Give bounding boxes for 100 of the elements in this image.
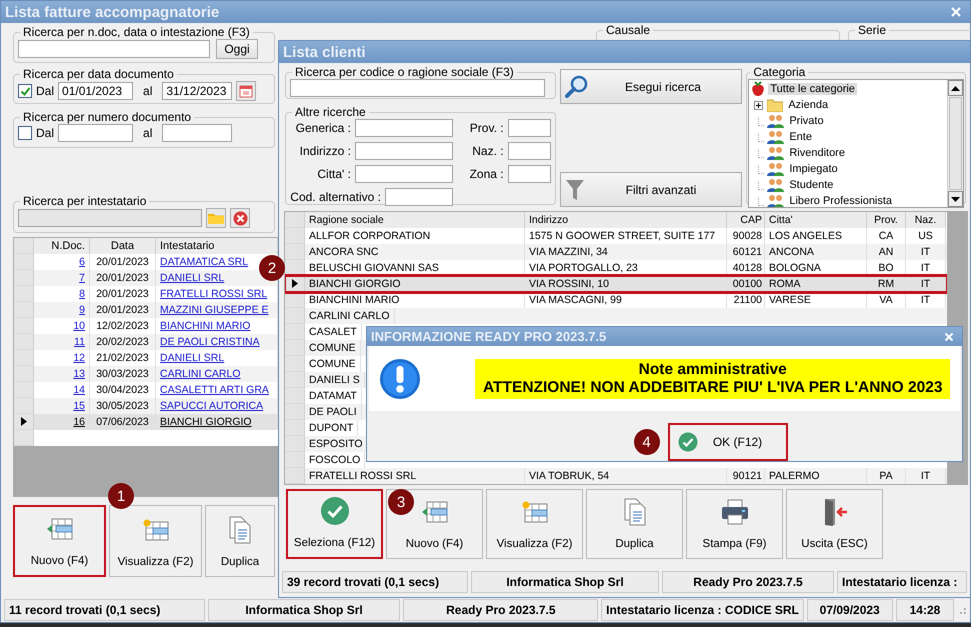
status-bar-cell: 07/09/2023 — [806, 599, 893, 621]
column-header[interactable]: Ragione sociale — [305, 212, 525, 228]
group-label: Serie — [857, 23, 888, 37]
customer-link[interactable]: SAPUCCI AUTORICA — [160, 400, 264, 412]
document-link[interactable]: 10 — [73, 320, 85, 332]
group-label: Ricerca per numero documento — [22, 110, 192, 124]
table-arrow-icon — [46, 517, 74, 541]
document-link[interactable]: 14 — [73, 384, 85, 396]
tree-item[interactable]: Studente — [787, 179, 836, 191]
input-field[interactable] — [508, 165, 551, 183]
tree-item[interactable]: Rivenditore — [787, 147, 847, 159]
document-link[interactable]: 13 — [73, 368, 85, 380]
search-field[interactable] — [290, 79, 545, 97]
input-field[interactable] — [508, 142, 551, 160]
people-icon — [767, 146, 784, 160]
input-field[interactable] — [355, 142, 453, 160]
resize-grip-icon[interactable] — [957, 605, 967, 615]
search-icon — [564, 74, 589, 98]
input-field[interactable] — [385, 188, 453, 206]
customer-link[interactable]: FRATELLI ROSSI SRL — [160, 288, 268, 300]
search-button[interactable]: Esegui ricerca — [560, 69, 742, 104]
tree-item[interactable]: Ente — [787, 131, 814, 143]
column-header[interactable]: Citta' — [765, 212, 867, 228]
expand-icon[interactable] — [754, 100, 764, 110]
row-header — [14, 430, 34, 446]
printer-icon — [720, 498, 750, 526]
input-field[interactable] — [355, 165, 453, 183]
folder-button[interactable] — [206, 208, 226, 228]
checkbox[interactable] — [18, 126, 32, 140]
clear-button[interactable] — [230, 208, 250, 228]
column-header[interactable]: Indirizzo — [525, 212, 727, 228]
customer-link[interactable]: DANIELI SRL — [160, 352, 224, 364]
table-cell: 00100 — [727, 276, 765, 292]
row-header[interactable] — [14, 414, 34, 430]
field-label: Generica : — [296, 121, 351, 135]
tree-item[interactable]: Tutte le categorie — [768, 83, 857, 95]
toolbar-button[interactable]: Duplica — [205, 505, 275, 577]
document-link[interactable]: 11 — [74, 336, 85, 348]
tree-item[interactable]: Impiegato — [787, 163, 840, 175]
date-field[interactable]: 31/12/2023 — [162, 82, 232, 100]
customer-link[interactable]: DANIELI SRL — [160, 272, 224, 284]
column-header[interactable]: Naz. — [906, 212, 946, 228]
status-bar-cell: Informatica Shop Srl — [471, 571, 659, 593]
field-label: Zona : — [470, 167, 504, 181]
scroll-up-icon[interactable] — [948, 80, 963, 96]
toolbar-button[interactable]: Uscita (ESC) — [786, 489, 883, 559]
customer-link[interactable]: CASALETTI ARTI GRA — [160, 384, 269, 396]
customer-link[interactable]: DE PAOLI CRISTINA — [160, 336, 260, 348]
row-pointer-icon — [292, 279, 298, 288]
toolbar-button[interactable]: Visualizza (F2) — [486, 489, 583, 559]
input-field[interactable] — [355, 119, 453, 137]
customer-link[interactable]: MAZZINI GIUSEPPE E — [160, 304, 269, 316]
date-field[interactable]: 01/01/2023 — [58, 82, 134, 100]
toolbar-button[interactable]: Nuovo (F4) — [13, 505, 106, 577]
toolbar-button[interactable]: Seleziona (F12) — [286, 489, 383, 559]
table-cell: IT — [906, 276, 946, 292]
document-link[interactable]: 12 — [73, 352, 85, 364]
filters-button[interactable]: Filtri avanzati — [560, 172, 742, 207]
ok-button[interactable]: OK (F12) — [668, 423, 788, 461]
toolbar-button[interactable]: Visualizza (F2) — [109, 505, 202, 577]
table-cell: PALERMO — [765, 468, 867, 484]
toolbar-button[interactable]: Duplica — [586, 489, 683, 559]
document-link[interactable]: 8 — [79, 288, 85, 300]
document-link[interactable]: 15 — [73, 400, 85, 412]
today-button[interactable]: Oggi — [216, 39, 258, 59]
document-link[interactable]: 9 — [79, 304, 85, 316]
group-label: Ricerca per n.doc, data o intestazione (F3) — [22, 25, 251, 39]
highlighted-row[interactable]: BIANCHI GIORGIO VIA ROSSINI, 10 00100 ROMA RM IT — [285, 276, 947, 292]
close-icon[interactable] — [944, 332, 954, 342]
column-header[interactable]: Prov. — [867, 212, 906, 228]
window-title: Lista clienti — [283, 44, 366, 60]
group-label: Ricerca per codice o ragione sociale (F3) — [294, 65, 515, 79]
customer-link[interactable]: CARLINI CARLO — [160, 368, 241, 380]
dialog-title: INFORMAZIONE READY PRO 2023.7.5 — [371, 329, 606, 344]
close-icon[interactable] — [950, 6, 962, 18]
input-field[interactable] — [508, 119, 551, 137]
search-field[interactable] — [18, 40, 210, 58]
field-label: Indirizzo : — [300, 144, 351, 158]
document-link[interactable]: 6 — [79, 256, 85, 268]
tree-item[interactable]: Libero Professionista — [787, 195, 894, 207]
number-field[interactable] — [58, 124, 134, 142]
status-bar-cell: Informatica Shop Srl — [208, 599, 400, 621]
tree-item[interactable]: Azienda — [786, 99, 830, 111]
tree-item[interactable]: Privato — [787, 115, 826, 127]
scroll-down-icon[interactable] — [948, 191, 963, 207]
scrollbar[interactable] — [947, 80, 963, 207]
column-header[interactable]: CAP — [727, 212, 765, 228]
document-link[interactable]: 7 — [79, 272, 85, 284]
toolbar-button[interactable]: Stampa (F9) — [686, 489, 783, 559]
customer-link[interactable]: BIANCHINI MARIO — [160, 320, 250, 332]
field-label: Citta' : — [317, 167, 351, 181]
number-field[interactable] — [162, 124, 232, 142]
people-icon — [767, 178, 784, 192]
customer-link[interactable]: DATAMATICA SRL — [160, 256, 248, 268]
document-link[interactable]: 16 — [73, 416, 85, 428]
customer-link[interactable]: BIANCHI GIORGIO — [160, 416, 252, 428]
table-arrow-icon — [420, 500, 448, 524]
row-header — [14, 238, 34, 254]
checkbox[interactable] — [18, 84, 32, 98]
calendar-button[interactable] — [236, 81, 256, 101]
